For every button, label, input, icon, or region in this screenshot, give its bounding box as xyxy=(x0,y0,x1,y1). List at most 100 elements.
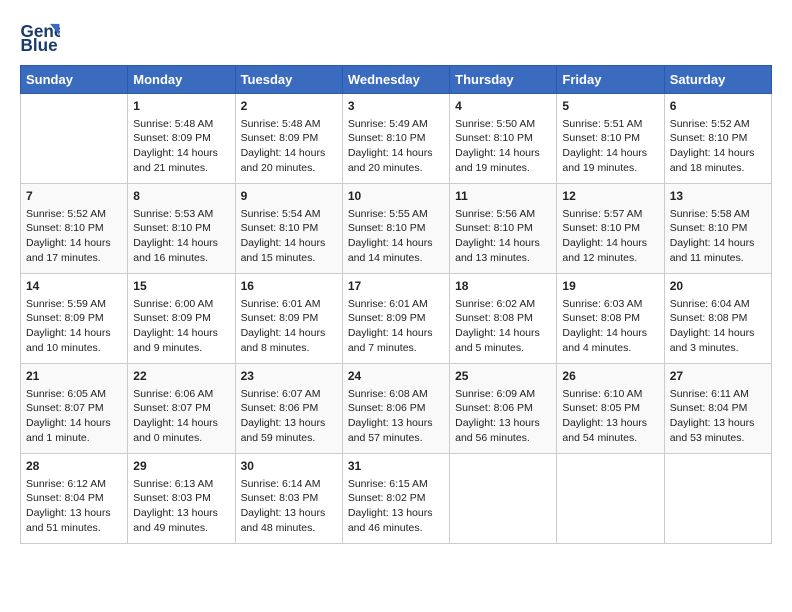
cell-content-line: and 0 minutes. xyxy=(133,431,229,446)
calendar-cell: 4Sunrise: 5:50 AMSunset: 8:10 PMDaylight… xyxy=(450,94,557,184)
cell-content-line: Sunrise: 5:57 AM xyxy=(562,207,658,222)
cell-content-line: Sunset: 8:05 PM xyxy=(562,401,658,416)
cell-content-line: and 11 minutes. xyxy=(670,251,766,266)
cell-content-line: Sunset: 8:07 PM xyxy=(26,401,122,416)
cell-content-line: and 51 minutes. xyxy=(26,521,122,536)
cell-content-line: Sunrise: 6:04 AM xyxy=(670,297,766,312)
cell-content-line: and 56 minutes. xyxy=(455,431,551,446)
cell-content-line: Sunrise: 6:06 AM xyxy=(133,387,229,402)
cell-content-line: Sunset: 8:10 PM xyxy=(455,131,551,146)
cell-content-line: Daylight: 14 hours xyxy=(133,236,229,251)
day-number: 3 xyxy=(348,98,444,115)
cell-content-line: Sunset: 8:09 PM xyxy=(241,311,337,326)
cell-content-line: Daylight: 14 hours xyxy=(670,146,766,161)
cell-content-line: Daylight: 14 hours xyxy=(455,236,551,251)
cell-content-line: Sunset: 8:10 PM xyxy=(670,131,766,146)
calendar-cell: 20Sunrise: 6:04 AMSunset: 8:08 PMDayligh… xyxy=(664,274,771,364)
day-number: 7 xyxy=(26,188,122,205)
cell-content-line: Sunrise: 6:05 AM xyxy=(26,387,122,402)
day-number: 29 xyxy=(133,458,229,475)
cell-content-line: Daylight: 14 hours xyxy=(455,146,551,161)
cell-content-line: Sunrise: 6:07 AM xyxy=(241,387,337,402)
day-number: 11 xyxy=(455,188,551,205)
cell-content-line: Daylight: 14 hours xyxy=(670,326,766,341)
cell-content-line: Sunset: 8:04 PM xyxy=(26,491,122,506)
cell-content-line: Daylight: 13 hours xyxy=(133,506,229,521)
cell-content-line: Sunrise: 5:48 AM xyxy=(133,117,229,132)
calendar-week-5: 28Sunrise: 6:12 AMSunset: 8:04 PMDayligh… xyxy=(21,454,772,544)
calendar-week-3: 14Sunrise: 5:59 AMSunset: 8:09 PMDayligh… xyxy=(21,274,772,364)
cell-content-line: Sunrise: 5:55 AM xyxy=(348,207,444,222)
day-header-friday: Friday xyxy=(557,66,664,94)
logo-icon: General Blue xyxy=(20,20,60,55)
cell-content-line: Sunrise: 5:52 AM xyxy=(26,207,122,222)
cell-content-line: Sunset: 8:10 PM xyxy=(348,221,444,236)
cell-content-line: Sunset: 8:10 PM xyxy=(562,131,658,146)
cell-content-line: Daylight: 13 hours xyxy=(348,506,444,521)
day-number: 8 xyxy=(133,188,229,205)
calendar-cell: 16Sunrise: 6:01 AMSunset: 8:09 PMDayligh… xyxy=(235,274,342,364)
calendar-cell: 3Sunrise: 5:49 AMSunset: 8:10 PMDaylight… xyxy=(342,94,449,184)
day-header-saturday: Saturday xyxy=(664,66,771,94)
cell-content-line: Sunrise: 6:09 AM xyxy=(455,387,551,402)
logo: General Blue xyxy=(20,20,64,55)
cell-content-line: and 5 minutes. xyxy=(455,341,551,356)
cell-content-line: Daylight: 14 hours xyxy=(241,146,337,161)
day-number: 1 xyxy=(133,98,229,115)
day-number: 30 xyxy=(241,458,337,475)
cell-content-line: and 14 minutes. xyxy=(348,251,444,266)
cell-content-line: Sunset: 8:08 PM xyxy=(562,311,658,326)
day-number: 21 xyxy=(26,368,122,385)
calendar-cell: 7Sunrise: 5:52 AMSunset: 8:10 PMDaylight… xyxy=(21,184,128,274)
cell-content-line: and 7 minutes. xyxy=(348,341,444,356)
calendar-cell: 6Sunrise: 5:52 AMSunset: 8:10 PMDaylight… xyxy=(664,94,771,184)
cell-content-line: and 21 minutes. xyxy=(133,161,229,176)
cell-content-line: and 20 minutes. xyxy=(348,161,444,176)
cell-content-line: Daylight: 13 hours xyxy=(348,416,444,431)
calendar-cell xyxy=(21,94,128,184)
day-number: 28 xyxy=(26,458,122,475)
cell-content-line: Sunrise: 6:10 AM xyxy=(562,387,658,402)
calendar-cell xyxy=(557,454,664,544)
cell-content-line: Daylight: 13 hours xyxy=(455,416,551,431)
calendar-cell: 12Sunrise: 5:57 AMSunset: 8:10 PMDayligh… xyxy=(557,184,664,274)
calendar-cell: 25Sunrise: 6:09 AMSunset: 8:06 PMDayligh… xyxy=(450,364,557,454)
cell-content-line: Sunrise: 5:48 AM xyxy=(241,117,337,132)
calendar-cell: 19Sunrise: 6:03 AMSunset: 8:08 PMDayligh… xyxy=(557,274,664,364)
day-number: 22 xyxy=(133,368,229,385)
day-number: 19 xyxy=(562,278,658,295)
cell-content-line: Daylight: 14 hours xyxy=(455,326,551,341)
cell-content-line: Sunset: 8:09 PM xyxy=(348,311,444,326)
cell-content-line: Sunset: 8:10 PM xyxy=(562,221,658,236)
calendar-cell: 17Sunrise: 6:01 AMSunset: 8:09 PMDayligh… xyxy=(342,274,449,364)
cell-content-line: Sunrise: 6:14 AM xyxy=(241,477,337,492)
cell-content-line: and 48 minutes. xyxy=(241,521,337,536)
cell-content-line: Sunset: 8:09 PM xyxy=(133,311,229,326)
cell-content-line: Sunrise: 5:56 AM xyxy=(455,207,551,222)
cell-content-line: Daylight: 14 hours xyxy=(348,236,444,251)
cell-content-line: Sunrise: 5:50 AM xyxy=(455,117,551,132)
cell-content-line: Sunset: 8:10 PM xyxy=(348,131,444,146)
cell-content-line: Sunrise: 5:54 AM xyxy=(241,207,337,222)
calendar-cell: 29Sunrise: 6:13 AMSunset: 8:03 PMDayligh… xyxy=(128,454,235,544)
day-number: 16 xyxy=(241,278,337,295)
calendar-cell: 9Sunrise: 5:54 AMSunset: 8:10 PMDaylight… xyxy=(235,184,342,274)
cell-content-line: Sunrise: 6:03 AM xyxy=(562,297,658,312)
cell-content-line: Sunrise: 6:01 AM xyxy=(348,297,444,312)
page-header: General Blue xyxy=(20,20,772,55)
calendar-cell: 5Sunrise: 5:51 AMSunset: 8:10 PMDaylight… xyxy=(557,94,664,184)
cell-content-line: and 3 minutes. xyxy=(670,341,766,356)
cell-content-line: Sunset: 8:04 PM xyxy=(670,401,766,416)
calendar-cell: 11 Sunrise: 5:56 AMSunset: 8:10 PMDayligh… xyxy=(450,184,557,274)
cell-content-line: Daylight: 13 hours xyxy=(562,416,658,431)
calendar-cell: 18Sunrise: 6:02 AMSunset: 8:08 PMDayligh… xyxy=(450,274,557,364)
cell-content-line: and 57 minutes. xyxy=(348,431,444,446)
cell-content-line: Sunset: 8:10 PM xyxy=(455,221,551,236)
calendar-cell: 27Sunrise: 6:11 AMSunset: 8:04 PMDayligh… xyxy=(664,364,771,454)
cell-content-line: and 59 minutes. xyxy=(241,431,337,446)
cell-content-line: Sunset: 8:10 PM xyxy=(241,221,337,236)
cell-content-line: Daylight: 14 hours xyxy=(348,146,444,161)
cell-content-line: Daylight: 14 hours xyxy=(241,326,337,341)
cell-content-line: Daylight: 14 hours xyxy=(348,326,444,341)
day-number: 20 xyxy=(670,278,766,295)
